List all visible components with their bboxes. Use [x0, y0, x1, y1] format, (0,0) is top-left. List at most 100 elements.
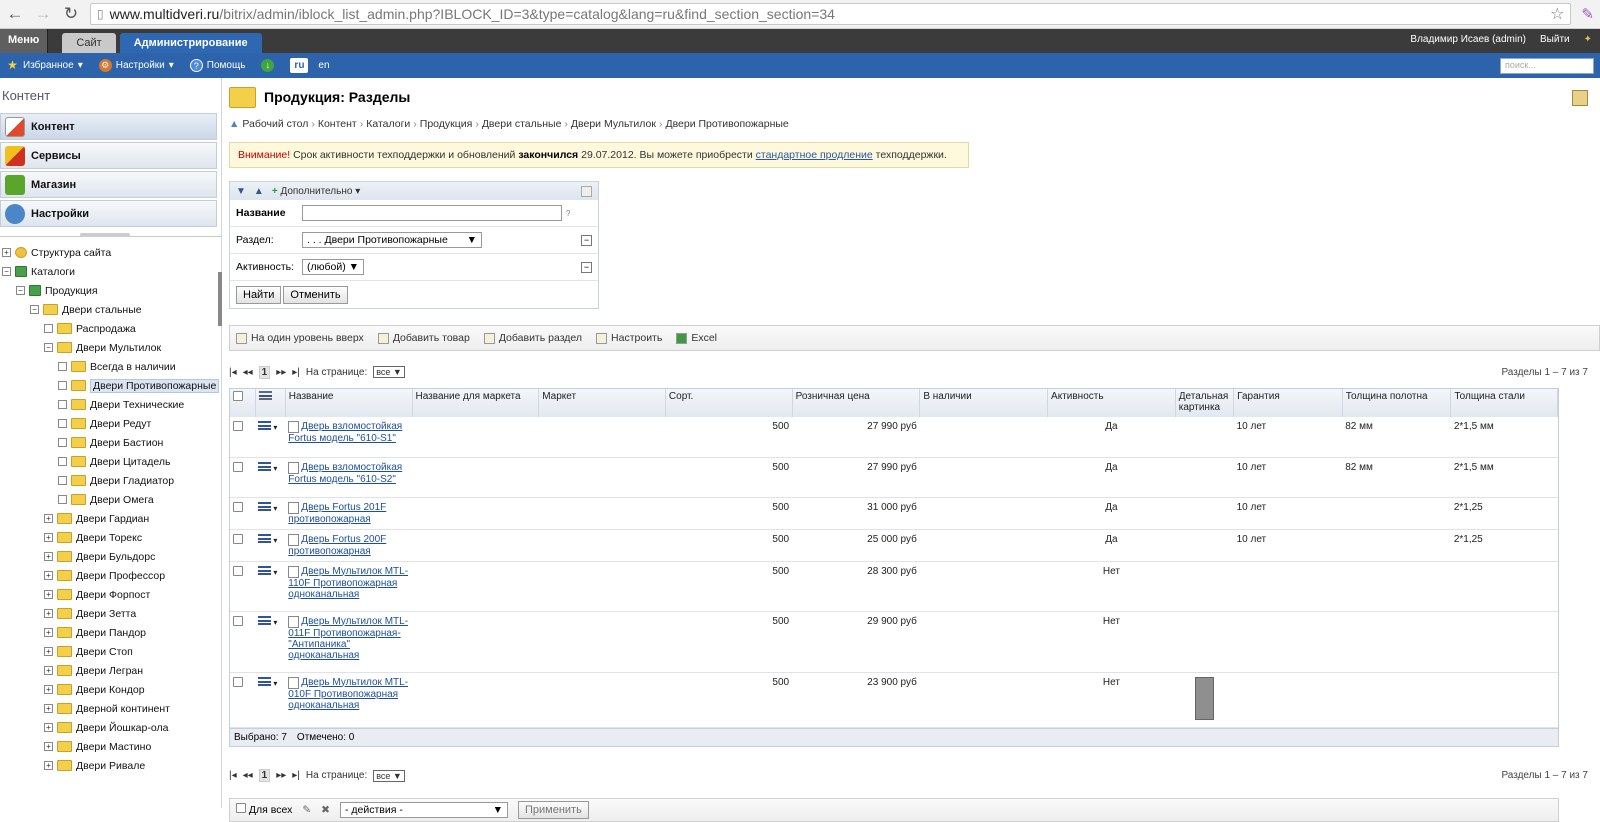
cancel-button[interactable]: Отменить — [283, 285, 348, 304]
find-button[interactable]: Найти — [236, 285, 282, 304]
tree-toggle-icon[interactable]: − — [2, 267, 11, 276]
tree-item[interactable]: + Двери Зетта — [0, 604, 221, 623]
reload-icon[interactable]: ↻ — [62, 4, 80, 24]
row-checkbox[interactable] — [230, 457, 256, 498]
tree-item[interactable]: Двери Омега — [0, 490, 221, 509]
excel-button[interactable]: Excel — [676, 332, 717, 344]
tree-item[interactable]: Двери Гладиатор — [0, 471, 221, 490]
tab-admin[interactable]: Администрирование — [119, 33, 262, 53]
next-page-icon[interactable]: ▸▸ — [276, 367, 286, 378]
delete-icon[interactable]: ✖ — [321, 804, 330, 816]
tree-toggle-icon[interactable]: + — [44, 609, 53, 618]
row-checkbox[interactable] — [230, 672, 256, 728]
actions-select[interactable]: - действия - ▼ — [339, 801, 508, 818]
edit-icon[interactable]: ✎ — [302, 804, 311, 816]
extension-pen-icon[interactable]: ✎ — [1581, 5, 1594, 23]
tree-item[interactable]: Всегда в наличии — [0, 357, 221, 376]
tree-toggle-icon[interactable]: + — [44, 666, 53, 675]
pin-icon[interactable]: ✦ — [1584, 34, 1592, 45]
tree-item[interactable]: + Двери Бульдорс — [0, 547, 221, 566]
row-checkbox[interactable] — [230, 561, 256, 612]
remove-section-filter[interactable]: − — [581, 234, 592, 246]
column-header[interactable]: Маркет — [538, 389, 666, 417]
active-select[interactable]: (любой) ▼ — [302, 259, 364, 275]
tree-item[interactable]: + Двери Форпост — [0, 585, 221, 604]
tree-item[interactable]: + Двери Стоп — [0, 642, 221, 661]
tree-toggle-icon[interactable]: + — [44, 552, 53, 561]
column-header[interactable]: Активность — [1047, 389, 1176, 417]
bookmark-star-icon[interactable]: ☆ — [1550, 4, 1564, 24]
panel-resize-handle[interactable] — [218, 272, 222, 326]
prev-page-icon[interactable]: ◂◂ — [243, 770, 253, 781]
breadcrumb-item[interactable]: Каталоги — [366, 118, 410, 130]
tree-item[interactable]: + Двери Ривале — [0, 756, 221, 775]
tree-toggle-icon[interactable]: + — [44, 571, 53, 580]
per-page-select[interactable]: все ▼ — [373, 366, 405, 378]
breadcrumb-item[interactable]: Двери Мультилок — [571, 118, 656, 130]
tree-toggle-icon[interactable]: − — [16, 286, 25, 295]
row-checkbox[interactable] — [230, 497, 256, 530]
back-icon[interactable]: ← — [6, 4, 24, 24]
first-page-icon[interactable]: |◂ — [229, 770, 237, 781]
row-checkbox[interactable] — [230, 529, 256, 562]
tree-item[interactable]: + Двери Кондор — [0, 680, 221, 699]
tree-toggle-icon[interactable]: + — [44, 723, 53, 732]
tree-item[interactable]: − Двери Мультилок — [0, 338, 221, 357]
row-actions-menu[interactable]: ▾ — [255, 561, 286, 612]
column-header[interactable]: Гарантия — [1233, 389, 1343, 417]
next-page-icon[interactable]: ▸▸ — [276, 770, 286, 781]
column-header[interactable]: Толщина полотна — [1342, 389, 1452, 417]
tree-toggle-icon[interactable]: + — [44, 590, 53, 599]
breadcrumb-item[interactable]: Контент — [318, 118, 357, 130]
tree-toggle-icon[interactable]: + — [2, 248, 11, 257]
tree-item[interactable]: Двери Бастион — [0, 433, 221, 452]
remove-active-filter[interactable]: − — [581, 261, 592, 273]
breadcrumb-item[interactable]: Рабочий стол — [242, 118, 308, 130]
tree-item[interactable]: − Продукция — [0, 281, 221, 300]
product-link[interactable]: Дверь Мультилок MTL-110F Противопожарная… — [288, 566, 408, 600]
collapse-icon[interactable]: ▼ — [236, 186, 246, 197]
tree-item[interactable]: + Двери Пандор — [0, 623, 221, 642]
product-link[interactable]: Дверь взломостойкая Fortus модель "610-S… — [288, 421, 402, 444]
tree-item[interactable]: Двери Противопожарные — [0, 376, 221, 395]
product-link[interactable]: Дверь взломостойкая Fortus модель "610-S… — [288, 462, 402, 485]
tree-item[interactable]: + Двери Йошкар-ола — [0, 718, 221, 737]
breadcrumb-item[interactable]: Двери Противопожарные — [665, 118, 788, 130]
column-header[interactable]: Детальная картинка — [1175, 389, 1235, 417]
tree-item[interactable]: + Двери Мастино — [0, 737, 221, 756]
tree-item[interactable]: + Структура сайта — [0, 243, 221, 262]
column-header[interactable]: Толщина стали — [1450, 389, 1558, 417]
section-select[interactable]: . . . Двери Противопожарные ▼ — [302, 232, 482, 248]
tree-toggle-icon[interactable]: + — [44, 761, 53, 770]
panel-splitter[interactable] — [0, 231, 221, 237]
row-checkbox[interactable] — [230, 611, 256, 673]
column-header[interactable]: Название для маркета — [412, 389, 540, 417]
row-actions-menu[interactable]: ▾ — [255, 497, 286, 530]
tree-toggle-icon[interactable] — [58, 457, 67, 466]
columns-menu-icon[interactable] — [255, 389, 286, 417]
level-up-button[interactable]: На один уровень вверх — [236, 332, 364, 344]
tree-toggle-icon[interactable]: + — [44, 647, 53, 656]
tree-toggle-icon[interactable] — [58, 495, 67, 504]
tree-toggle-icon[interactable]: − — [44, 343, 53, 352]
tree-toggle-icon[interactable] — [58, 476, 67, 485]
tree-item[interactable]: + Дверной континент — [0, 699, 221, 718]
lang-en[interactable]: en — [314, 58, 333, 73]
tab-site[interactable]: Сайт — [62, 33, 116, 53]
page-settings-icon[interactable] — [1572, 90, 1588, 106]
product-link[interactable]: Дверь Fortus 200F противопожарная — [288, 534, 386, 557]
tree-toggle-icon[interactable]: + — [44, 685, 53, 694]
address-bar[interactable]: ▯ www.multidveri.ru/bitrix/admin/iblock_… — [90, 3, 1572, 25]
for-all-checkbox[interactable]: Для всех — [236, 803, 292, 816]
add-filter-button[interactable]: + Дополнительно ▾ — [272, 186, 360, 197]
tree-item[interactable]: + Двери Профессор — [0, 566, 221, 585]
tree-toggle-icon[interactable]: + — [44, 514, 53, 523]
last-page-icon[interactable]: ▸| — [292, 770, 300, 781]
breadcrumb-item[interactable]: Двери стальные — [482, 118, 562, 130]
tree-item[interactable]: Двери Редут — [0, 414, 221, 433]
tree-toggle-icon[interactable]: − — [30, 305, 39, 314]
table-row[interactable]: ▾ Дверь Мультилок MTL-011F Противопожарна… — [230, 611, 1558, 673]
tree-item[interactable]: − Двери стальные — [0, 300, 221, 319]
last-page-icon[interactable]: ▸| — [292, 367, 300, 378]
tree-toggle-icon[interactable] — [58, 419, 67, 428]
